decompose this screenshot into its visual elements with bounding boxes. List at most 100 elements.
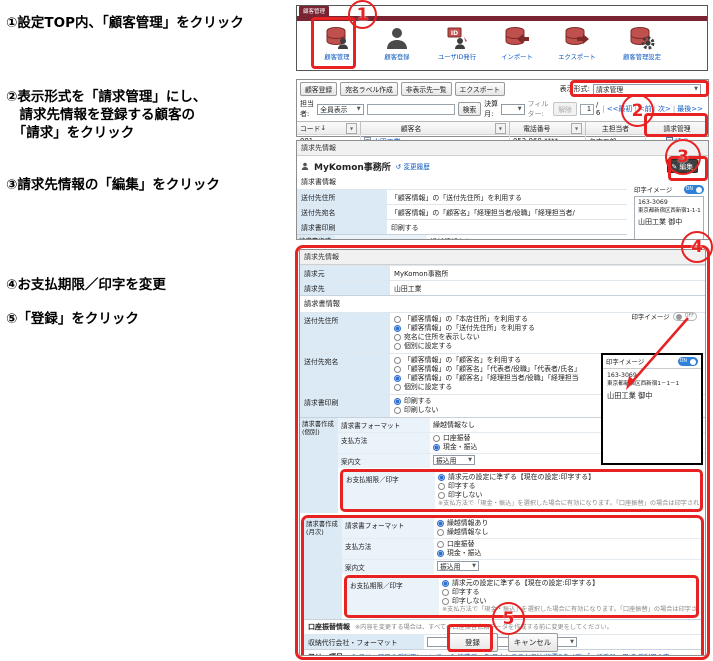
export-button[interactable]: エクスポート bbox=[455, 82, 506, 96]
radio-icon[interactable] bbox=[394, 343, 401, 350]
print-preview-toggle[interactable]: ON bbox=[678, 357, 698, 366]
radio-selected-icon[interactable] bbox=[394, 325, 401, 332]
filter-dropdown-icon[interactable]: ▼ bbox=[495, 123, 506, 134]
history-icon: ↺ bbox=[396, 163, 402, 171]
payment-option[interactable]: 口座振替 bbox=[437, 540, 698, 549]
due-option[interactable]: 印字しない bbox=[438, 491, 697, 500]
preview-address: 東京都新宿区西新宿1－1－1 bbox=[607, 380, 697, 388]
page-next-link[interactable]: 次> bbox=[658, 104, 671, 114]
payment-label: 支払方法 bbox=[338, 433, 430, 453]
radio-icon[interactable] bbox=[438, 483, 445, 490]
radio-selected-icon[interactable] bbox=[433, 444, 440, 451]
radio-icon[interactable] bbox=[438, 492, 445, 499]
history-link[interactable]: ↺ 変更履歴 bbox=[396, 161, 430, 171]
icon-item-customer-settings[interactable]: 顧客管理設定 bbox=[609, 25, 675, 61]
column-code[interactable]: コード ↓ ▼ bbox=[297, 122, 361, 134]
guide-select[interactable]: 振込用▼ bbox=[437, 561, 479, 571]
due-option[interactable]: 印字する bbox=[438, 482, 697, 491]
instruction-step2-line2: 請求先情報を登録する顧客の bbox=[6, 106, 206, 124]
column-name[interactable]: 顧客名 ▼ bbox=[361, 122, 510, 134]
search-button[interactable]: 検索 bbox=[458, 102, 482, 116]
address-option[interactable]: 個別に設定する bbox=[394, 342, 701, 351]
radio-icon[interactable] bbox=[394, 316, 401, 323]
chevron-down-icon: ▼ bbox=[468, 457, 472, 463]
filter-dropdown-icon[interactable]: ▼ bbox=[346, 123, 357, 134]
radio-icon[interactable] bbox=[394, 357, 401, 364]
radio-selected-icon[interactable] bbox=[437, 520, 444, 527]
format-option[interactable]: 繰越情報あり bbox=[437, 519, 698, 528]
customer-db-icon bbox=[309, 25, 365, 51]
column-phone[interactable]: 電話番号 ▼ bbox=[510, 122, 586, 134]
hidden-list-button[interactable]: 非表示先一覧 bbox=[401, 82, 452, 96]
address-option[interactable]: 宛名に住所を表示しない bbox=[394, 333, 701, 342]
icon-item-userid-issue[interactable]: ID ユーザID発行 bbox=[429, 25, 485, 61]
register-button[interactable]: 登録 bbox=[448, 633, 498, 652]
due-option[interactable]: 請求元の設定に準ずる【現在の設定:印字する】 bbox=[442, 579, 693, 588]
due-note: ※支払方法で「現金・振込」を選択した場合に有効になります。「口座振替」の場合は印… bbox=[438, 500, 697, 508]
instruction-step2: ②表示形式を「請求管理」にし、 請求先情報を登録する顧客の 「請求」をクリック bbox=[6, 88, 206, 142]
panel-title: 請求先情報 bbox=[300, 250, 705, 265]
cancel-button[interactable]: キャンセル bbox=[508, 633, 558, 652]
icon-item-import[interactable]: インポート bbox=[489, 25, 545, 61]
row-label: 請求書印刷 bbox=[297, 220, 387, 234]
address-option[interactable]: 「顧客情報」の「送付先住所」を利用する bbox=[394, 324, 701, 333]
print-preview-title: 印字イメージ bbox=[631, 312, 669, 321]
icon-item-export[interactable]: エクスポート bbox=[549, 25, 605, 61]
filter-dropdown-icon[interactable]: ▼ bbox=[571, 123, 582, 134]
step4-due-highlight: お支払期限／印字 請求元の設定に準ずる【現在の設定:印字する】 印字する 印字し… bbox=[340, 469, 703, 512]
icon-item-customer-management[interactable]: 顧客管理 bbox=[309, 25, 365, 61]
step1-badge: 1 bbox=[348, 0, 377, 29]
staff-label: 担当者: bbox=[300, 99, 314, 119]
id-card-icon: ID bbox=[429, 25, 485, 51]
print-preview-toggle[interactable]: OFF bbox=[673, 312, 697, 321]
row-value: 繰越情報なし bbox=[427, 235, 627, 240]
radio-icon[interactable] bbox=[442, 589, 449, 596]
radio-icon[interactable] bbox=[433, 435, 440, 442]
group-label-sub: (個別) bbox=[302, 428, 320, 436]
info-icon: ❶ bbox=[450, 653, 456, 656]
radio-icon[interactable] bbox=[394, 407, 401, 414]
due-option[interactable]: 印字する bbox=[442, 588, 693, 597]
search-input[interactable] bbox=[367, 104, 455, 115]
radio-icon[interactable] bbox=[394, 384, 401, 391]
billing-data-help-link[interactable]: ❶ 請求データ(日本システム収納(帳票Eタイプ)「一括登録」用)をご利用の方へ bbox=[450, 652, 676, 656]
info-icon: ❶ bbox=[351, 653, 357, 656]
icon-item-customer-register[interactable]: 顧客登録 bbox=[369, 25, 425, 61]
fiscal-month-select[interactable]: ▼ bbox=[501, 104, 524, 115]
due-option[interactable]: 請求元の設定に準ずる【現在の設定:印字する】 bbox=[438, 473, 697, 482]
radio-selected-icon[interactable] bbox=[394, 398, 401, 405]
staff-select[interactable]: 全員表示 ▼ bbox=[317, 104, 363, 115]
due-option[interactable]: 印字しない bbox=[442, 597, 693, 606]
filter-clear-button[interactable]: 解除 bbox=[553, 102, 577, 116]
radio-selected-icon[interactable] bbox=[394, 375, 401, 382]
step3-badge: 3 bbox=[665, 139, 701, 175]
customer-register-button[interactable]: 顧客登録 bbox=[300, 82, 337, 96]
format-option[interactable]: 繰越情報なし bbox=[437, 528, 698, 537]
page-number-input[interactable] bbox=[580, 104, 594, 115]
guide-select[interactable]: 振込用▼ bbox=[433, 455, 475, 465]
radio-selected-icon[interactable] bbox=[437, 550, 444, 557]
office-name: MyKomon事務所 bbox=[314, 160, 391, 173]
print-preview-toggle[interactable]: ON bbox=[684, 185, 704, 194]
icon-label: ユーザID発行 bbox=[429, 52, 485, 61]
radio-selected-icon[interactable] bbox=[438, 474, 445, 481]
person-icon bbox=[301, 162, 309, 170]
radio-icon[interactable] bbox=[394, 334, 401, 341]
settings-db-icon bbox=[609, 25, 675, 51]
radio-icon[interactable] bbox=[437, 529, 444, 536]
print-preview-popup: 印字イメージ ON 163-3069 東京都新宿区西新宿1－1－1 山田工業 御… bbox=[601, 353, 703, 465]
radio-icon[interactable] bbox=[442, 598, 449, 605]
tab-customer-management[interactable]: 顧客管理 bbox=[299, 6, 329, 16]
radio-selected-icon[interactable] bbox=[442, 580, 449, 587]
sort-desc-icon: ↓ bbox=[320, 124, 326, 132]
icon-label: 顧客管理 bbox=[309, 52, 365, 61]
free-items-help-link[interactable]: ❶ フリー項目のご利用について bbox=[351, 652, 442, 656]
radio-icon[interactable] bbox=[394, 366, 401, 373]
payment-option[interactable]: 現金・振込 bbox=[437, 549, 698, 558]
page-last-link[interactable]: 最後>> bbox=[677, 104, 703, 114]
section-invoice-info: 請求書情報 bbox=[300, 295, 705, 312]
address-label-button[interactable]: 宛名ラベル作成 bbox=[340, 82, 398, 96]
chevron-down-icon: ▼ bbox=[518, 106, 522, 112]
display-format-select[interactable]: 請求管理 ▼ bbox=[593, 84, 701, 95]
radio-icon[interactable] bbox=[437, 541, 444, 548]
